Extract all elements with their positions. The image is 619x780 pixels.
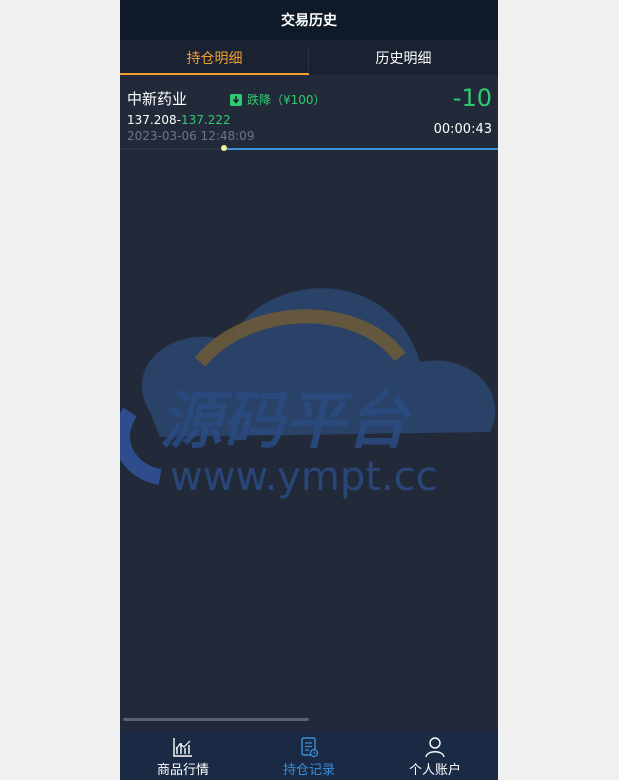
- watermark-title: 源码平台: [160, 384, 412, 457]
- nav-positions-label: 持仓记录: [282, 763, 335, 778]
- watermark-url: www.ympt.cc: [170, 454, 438, 500]
- user-icon: [425, 737, 445, 758]
- scrollbar[interactable]: [123, 718, 309, 721]
- tab-bar: 持仓明细 历史明细: [120, 40, 498, 75]
- direction-label: 跌降（¥100）: [247, 93, 326, 107]
- document-icon: [301, 737, 319, 758]
- bottom-nav: 商品行情 持仓记录 个人账户: [120, 731, 498, 780]
- price-range: 137.208-137.222: [127, 113, 231, 127]
- phone-screen: 交易历史 持仓明细 历史明细 中新药业 跌降（¥100） -10 137.208…: [120, 0, 498, 780]
- nav-market[interactable]: 商品行情: [120, 731, 246, 780]
- stock-name: 中新药业: [127, 90, 188, 108]
- watermark-logo: 源码平台 www.ympt.cc: [120, 288, 496, 500]
- progress-fill: [224, 148, 498, 150]
- progress-marker: [221, 145, 227, 151]
- nav-account-label: 个人账户: [408, 763, 461, 778]
- open-timestamp: 2023-03-06 12:48:09: [127, 129, 255, 143]
- profit-loss-value: -10: [452, 84, 492, 112]
- chart-icon: [173, 738, 192, 757]
- arrow-down-icon: [230, 93, 242, 106]
- tab-divider: [308, 48, 309, 70]
- nav-market-label: 商品行情: [156, 763, 209, 778]
- position-card[interactable]: 中新药业 跌降（¥100） -10 137.208-137.222 2023-0…: [120, 78, 498, 150]
- tab-holdings[interactable]: 持仓明细: [120, 40, 309, 75]
- current-price: 137.222: [180, 113, 231, 127]
- page-title: 交易历史: [120, 0, 498, 40]
- tab-history[interactable]: 历史明细: [309, 40, 498, 75]
- direction-badge: 跌降（¥100）: [230, 91, 326, 108]
- open-price: 137.208: [127, 113, 177, 127]
- nav-account[interactable]: 个人账户: [372, 731, 498, 780]
- countdown-timer: 00:00:43: [433, 122, 492, 137]
- nav-positions[interactable]: 持仓记录: [246, 731, 372, 780]
